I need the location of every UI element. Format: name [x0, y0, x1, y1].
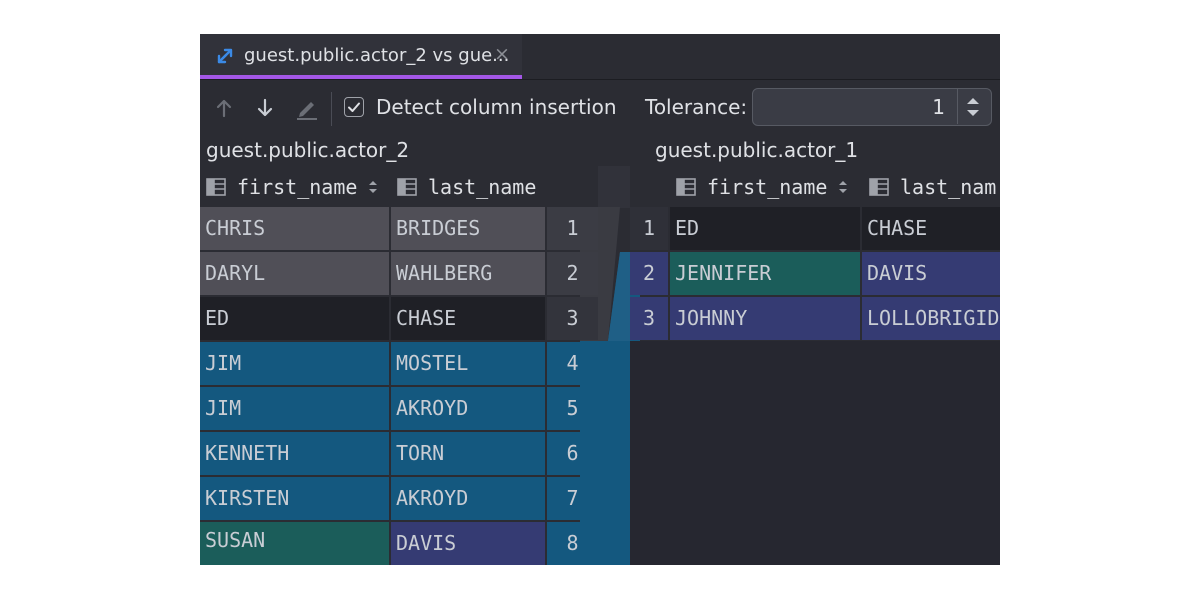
spinner-arrows-icon[interactable]	[962, 93, 984, 121]
arrow-up-icon[interactable]	[210, 94, 238, 122]
right-table: 1 ED CHASE 2 JENNIFER DAVIS 3 JOHNNY LOLLOBRIGID	[630, 207, 1000, 565]
right-table-title: guest.public.actor_1	[655, 138, 859, 162]
left-header-first-name[interactable]: first_name	[206, 170, 386, 206]
cell-last-name[interactable]: TORN	[391, 432, 545, 475]
left-table: CHRIS BRIDGES 1 DARYL WAHLBERG 2 ED CHASE 3 JIM MO…	[200, 207, 598, 565]
check-icon	[348, 102, 360, 112]
cell-last-name[interactable]: AKROYD	[391, 477, 545, 520]
column-label: last_name	[428, 175, 537, 199]
toolbar-separator	[331, 92, 332, 126]
cell-first-name[interactable]: DARYL	[200, 252, 389, 295]
spinner-divider	[957, 89, 958, 124]
column-icon	[869, 178, 889, 196]
tolerance-spinner	[752, 88, 992, 126]
column-icon	[206, 178, 226, 196]
toolbar: Detect column insertion Tolerance:	[200, 80, 1000, 136]
column-icon	[676, 178, 696, 196]
tolerance-input[interactable]	[753, 89, 953, 124]
cell-last-name[interactable]: MOSTEL	[391, 342, 545, 385]
cell-last-name[interactable]: LOLLOBRIGID	[862, 297, 1000, 340]
row-number[interactable]: 3	[547, 297, 598, 340]
right-header-first-name[interactable]: first_name	[676, 170, 856, 206]
cell-first-name[interactable]: CHRIS	[200, 207, 389, 250]
right-header-last-name[interactable]: last_nam	[869, 170, 1000, 206]
detect-column-insertion-label[interactable]: Detect column insertion	[376, 95, 617, 119]
cell-last-name[interactable]: DAVIS	[862, 252, 1000, 295]
cell-first-name[interactable]: KIRSTEN	[200, 477, 389, 520]
row-number[interactable]: 8	[547, 522, 598, 565]
arrow-down-icon[interactable]	[251, 94, 279, 122]
row-number[interactable]: 1	[630, 207, 668, 250]
tab-active-indicator	[200, 75, 522, 79]
left-header-last-name[interactable]: last_name	[397, 170, 597, 206]
cell-first-name[interactable]: ED	[670, 207, 860, 250]
cell-first-name[interactable]: KENNETH	[200, 432, 389, 475]
row-number[interactable]: 6	[547, 432, 598, 475]
cell-last-name[interactable]: CHASE	[862, 207, 1000, 250]
edit-icon[interactable]	[293, 94, 321, 122]
cell-last-name[interactable]: DAVIS	[391, 522, 545, 565]
cell-first-name[interactable]: JENNIFER	[670, 252, 860, 295]
row-number[interactable]: 4	[547, 342, 598, 385]
row-number[interactable]: 1	[547, 207, 598, 250]
sort-icon[interactable]	[838, 179, 848, 195]
cell-first-name[interactable]: SUSAN	[200, 522, 389, 565]
close-icon[interactable]: ×	[494, 43, 510, 65]
row-number[interactable]: 5	[547, 387, 598, 430]
cell-last-name[interactable]: WAHLBERG	[391, 252, 545, 295]
compare-icon	[217, 48, 233, 64]
column-label: first_name	[237, 175, 358, 199]
header-gutter	[598, 166, 630, 208]
tab-title: guest.public.actor_2 vs gue...	[244, 45, 510, 66]
sort-icon[interactable]	[368, 179, 378, 195]
tab-diff[interactable]: guest.public.actor_2 vs gue... ×	[200, 34, 522, 79]
cell-last-name[interactable]: AKROYD	[391, 387, 545, 430]
row-number[interactable]: 7	[547, 477, 598, 520]
cell-last-name[interactable]: CHASE	[391, 297, 545, 340]
cell-first-name[interactable]: JIM	[200, 387, 389, 430]
row-number[interactable]: 2	[630, 252, 668, 295]
detect-column-insertion-checkbox[interactable]	[344, 97, 364, 117]
column-label: first_name	[707, 175, 828, 199]
column-label: last_nam	[900, 175, 997, 199]
cell-first-name[interactable]: JOHNNY	[670, 297, 860, 340]
row-number[interactable]: 3	[630, 297, 668, 340]
cell-first-name[interactable]: ED	[200, 297, 389, 340]
cell-first-name[interactable]: JIM	[200, 342, 389, 385]
tab-bar: guest.public.actor_2 vs gue... ×	[200, 34, 1000, 80]
cell-last-name[interactable]: BRIDGES	[391, 207, 545, 250]
tolerance-label: Tolerance:	[645, 95, 748, 119]
diff-window: guest.public.actor_2 vs gue... × Detect …	[200, 34, 1000, 565]
row-number[interactable]: 2	[547, 252, 598, 295]
left-table-title: guest.public.actor_2	[206, 138, 410, 162]
column-icon	[397, 178, 417, 196]
